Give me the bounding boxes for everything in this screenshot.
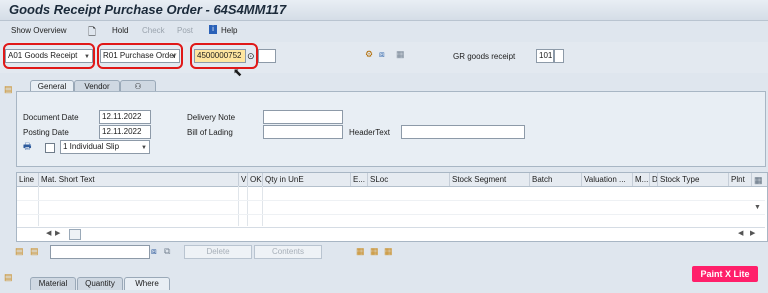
- horizontal-scrollbar-thumb[interactable]: [69, 229, 81, 240]
- post-button[interactable]: Post: [177, 26, 193, 35]
- item-search-field[interactable]: [50, 245, 150, 259]
- table-header: Line Mat. Short Text V OK Qty in UnE E..…: [17, 173, 767, 187]
- find-icon[interactable]: ⧈: [379, 49, 385, 59]
- window-title: Goods Receipt Purchase Order - 64S4MM117: [9, 2, 287, 17]
- column-header[interactable]: Stock Type: [658, 173, 729, 186]
- partner-icon: ⚇: [134, 82, 142, 91]
- search-icon[interactable]: ⧈: [151, 246, 157, 256]
- column-header[interactable]: E...: [351, 173, 368, 186]
- column-header[interactable]: D: [650, 173, 658, 186]
- contents-button[interactable]: Contents: [254, 245, 322, 259]
- copy-icon[interactable]: ▦: [370, 246, 379, 256]
- watermark-badge: Paint X Lite: [692, 266, 758, 282]
- help-icon[interactable]: i: [209, 25, 217, 34]
- delete-button[interactable]: Delete: [184, 245, 252, 259]
- posting-date-label: Posting Date: [23, 128, 69, 137]
- scroll-right-icon[interactable]: ▶: [55, 229, 60, 239]
- general-panel: Document Date 12.11.2022 Posting Date 12…: [16, 91, 766, 167]
- column-header[interactable]: SLoc: [368, 173, 450, 186]
- header-area: A01 Goods Receipt ▼ R01 Purchase Order ▼…: [0, 42, 768, 79]
- document-date-label: Document Date: [23, 113, 79, 122]
- column-header[interactable]: V: [239, 173, 248, 186]
- scroll-right-icon[interactable]: ▶: [750, 229, 755, 239]
- column-header[interactable]: M...: [633, 173, 650, 186]
- check-button[interactable]: Check: [142, 26, 165, 35]
- grid-line: [262, 186, 263, 226]
- scroll-down-icon[interactable]: ▼: [754, 203, 761, 213]
- toggle-header-icon[interactable]: ▤: [4, 84, 13, 94]
- column-header[interactable]: OK: [248, 173, 263, 186]
- header-tabs: ▤ General Vendor ⚇: [0, 74, 768, 94]
- toggle-detail-icon[interactable]: ▤: [4, 272, 13, 282]
- search-next-icon[interactable]: ⧉: [164, 246, 170, 256]
- printer-icon: 🖶: [23, 141, 32, 151]
- column-header[interactable]: Qty in UnE: [263, 173, 351, 186]
- grid-line: [238, 186, 239, 226]
- title-bar: Goods Receipt Purchase Order - 64S4MM117: [0, 0, 768, 21]
- table-settings-icon[interactable]: ▦: [754, 175, 763, 185]
- highlight-action: [3, 43, 95, 69]
- tab-where[interactable]: Where: [124, 277, 170, 290]
- column-header[interactable]: Valuation ...: [582, 173, 633, 186]
- print-checkbox[interactable]: [45, 143, 55, 153]
- delivery-note-field[interactable]: [263, 110, 343, 124]
- movement-type-ext-field[interactable]: [554, 49, 564, 63]
- paste-icon[interactable]: ▦: [384, 246, 393, 256]
- posting-date-field[interactable]: 12.11.2022: [99, 125, 151, 139]
- chevron-down-icon: ▼: [141, 145, 147, 151]
- tab-material[interactable]: Material: [30, 277, 76, 290]
- document-date-field[interactable]: 12.11.2022: [99, 110, 151, 124]
- bill-of-lading-label: Bill of Lading: [187, 128, 233, 137]
- application-toolbar: Show Overview 🗋 Hold Check Post i Help: [0, 21, 768, 41]
- column-header[interactable]: Mat. Short Text: [39, 173, 239, 186]
- slip-select-value: 1 Individual Slip: [63, 142, 120, 151]
- highlight-reference: [97, 43, 183, 69]
- gr-label: GR goods receipt: [453, 52, 516, 61]
- show-overview-button[interactable]: Show Overview: [11, 26, 67, 35]
- grid-line: [38, 186, 39, 226]
- table-icon[interactable]: ▦: [356, 246, 365, 256]
- hold-button[interactable]: Hold: [112, 26, 128, 35]
- column-header[interactable]: Stock Segment: [450, 173, 530, 186]
- grid-icon[interactable]: ▦: [396, 49, 405, 59]
- po-item-field[interactable]: [258, 49, 276, 63]
- tab-quantity[interactable]: Quantity: [77, 277, 123, 290]
- grid-line: [17, 214, 765, 215]
- delivery-note-label: Delivery Note: [187, 113, 236, 122]
- movement-type-field[interactable]: 101: [536, 49, 554, 63]
- column-header[interactable]: Line: [17, 173, 39, 186]
- scroll-left-icon[interactable]: ◀: [738, 229, 743, 239]
- column-header[interactable]: Batch: [530, 173, 582, 186]
- bill-of-lading-field[interactable]: [263, 125, 343, 139]
- header-text-field[interactable]: [401, 125, 525, 139]
- help-button[interactable]: Help: [221, 26, 237, 35]
- header-text-label: HeaderText: [349, 128, 390, 137]
- grid-line: [247, 186, 248, 226]
- grid-line: [17, 200, 765, 201]
- slip-select[interactable]: 1 Individual Slip ▼: [60, 140, 150, 154]
- items-table: Line Mat. Short Text V OK Qty in UnE E..…: [16, 172, 768, 242]
- deselect-all-icon[interactable]: ▤: [30, 246, 39, 256]
- column-header[interactable]: Plnt: [729, 173, 752, 186]
- new-document-icon[interactable]: 🗋: [88, 25, 96, 42]
- execute-icon[interactable]: ⚙: [365, 49, 373, 59]
- highlight-po: [190, 43, 258, 69]
- select-all-icon[interactable]: ▤: [15, 246, 24, 256]
- scroll-left-icon[interactable]: ◀: [46, 229, 51, 239]
- grid-line: [17, 227, 765, 228]
